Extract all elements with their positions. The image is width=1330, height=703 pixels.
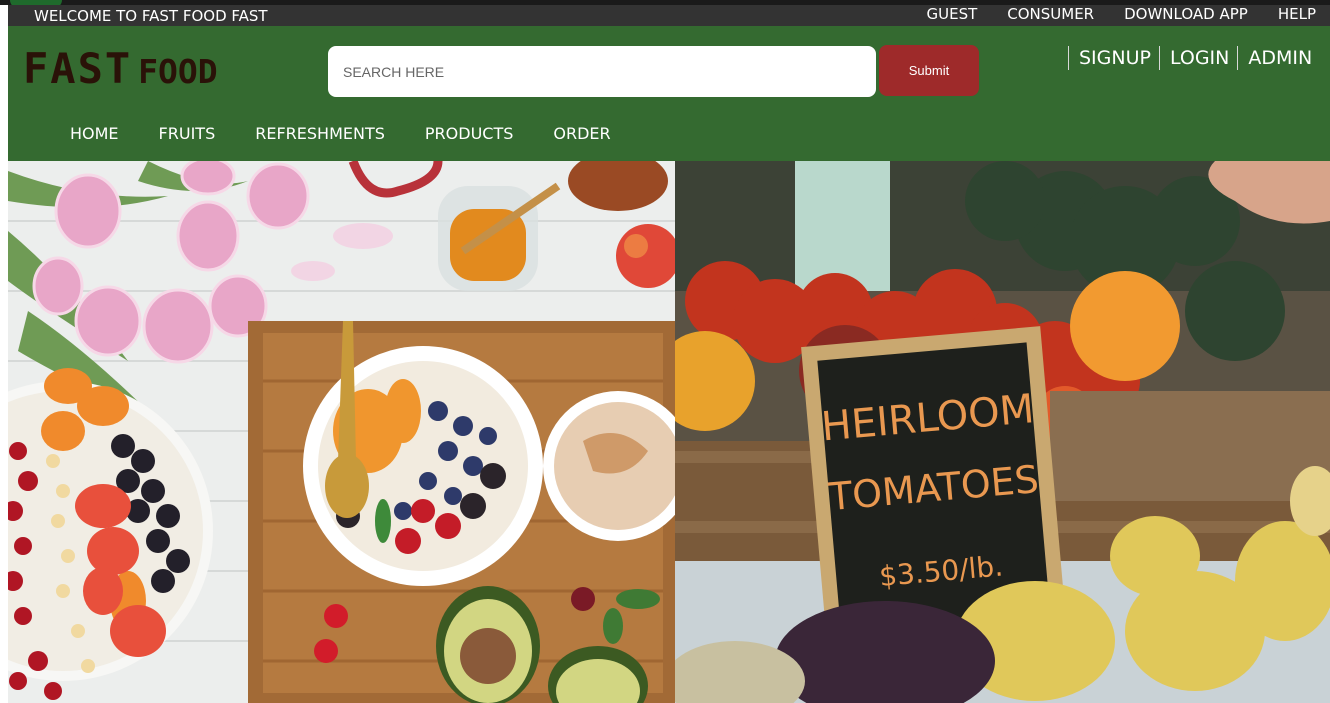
site-header: FASTFOOD Submit SIGNUP LOGIN ADMIN HOME … <box>8 26 1330 161</box>
site-logo[interactable]: FAST FOOD <box>23 44 218 93</box>
main-nav: HOME FRUITS REFRESHMENTS PRODUCTS ORDER <box>70 124 611 143</box>
nav-item-products[interactable]: PRODUCTS <box>425 124 514 143</box>
hero-image-breakfast <box>8 161 675 703</box>
guest-link[interactable]: GUEST <box>927 5 978 23</box>
nav-item-home[interactable]: HOME <box>70 124 119 143</box>
nav-item-fruits[interactable]: FRUITS <box>159 124 216 143</box>
admin-link[interactable]: ADMIN <box>1237 46 1320 70</box>
hero-image-market: HEIRLOOM TOMATOES $3.50/lb. <box>675 161 1330 703</box>
help-link[interactable]: HELP <box>1278 5 1316 23</box>
logo-word-fast: FAST <box>23 44 133 93</box>
page: WELCOME TO FAST FOOD FAST GUEST CONSUMER… <box>8 5 1330 703</box>
search-input[interactable] <box>328 46 876 97</box>
login-link[interactable]: LOGIN <box>1158 46 1237 70</box>
signup-link[interactable]: SIGNUP <box>1068 46 1159 70</box>
welcome-text: WELCOME TO FAST FOOD FAST <box>34 7 268 25</box>
market-illustration: HEIRLOOM TOMATOES $3.50/lb. <box>675 161 1330 703</box>
consumer-link[interactable]: CONSUMER <box>1007 5 1094 23</box>
top-bar: WELCOME TO FAST FOOD FAST GUEST CONSUMER… <box>8 5 1330 26</box>
submit-button[interactable]: Submit <box>879 45 979 96</box>
hero-banner: HEIRLOOM TOMATOES $3.50/lb. <box>8 161 1330 703</box>
download-app-link[interactable]: DOWNLOAD APP <box>1124 5 1248 23</box>
top-links: GUEST CONSUMER DOWNLOAD APP HELP <box>927 5 1317 23</box>
breakfast-illustration <box>8 161 675 703</box>
nav-item-order[interactable]: ORDER <box>553 124 610 143</box>
logo-word-food: FOOD <box>138 52 218 91</box>
auth-links: SIGNUP LOGIN ADMIN <box>1068 46 1320 70</box>
nav-item-refreshments[interactable]: REFRESHMENTS <box>255 124 385 143</box>
